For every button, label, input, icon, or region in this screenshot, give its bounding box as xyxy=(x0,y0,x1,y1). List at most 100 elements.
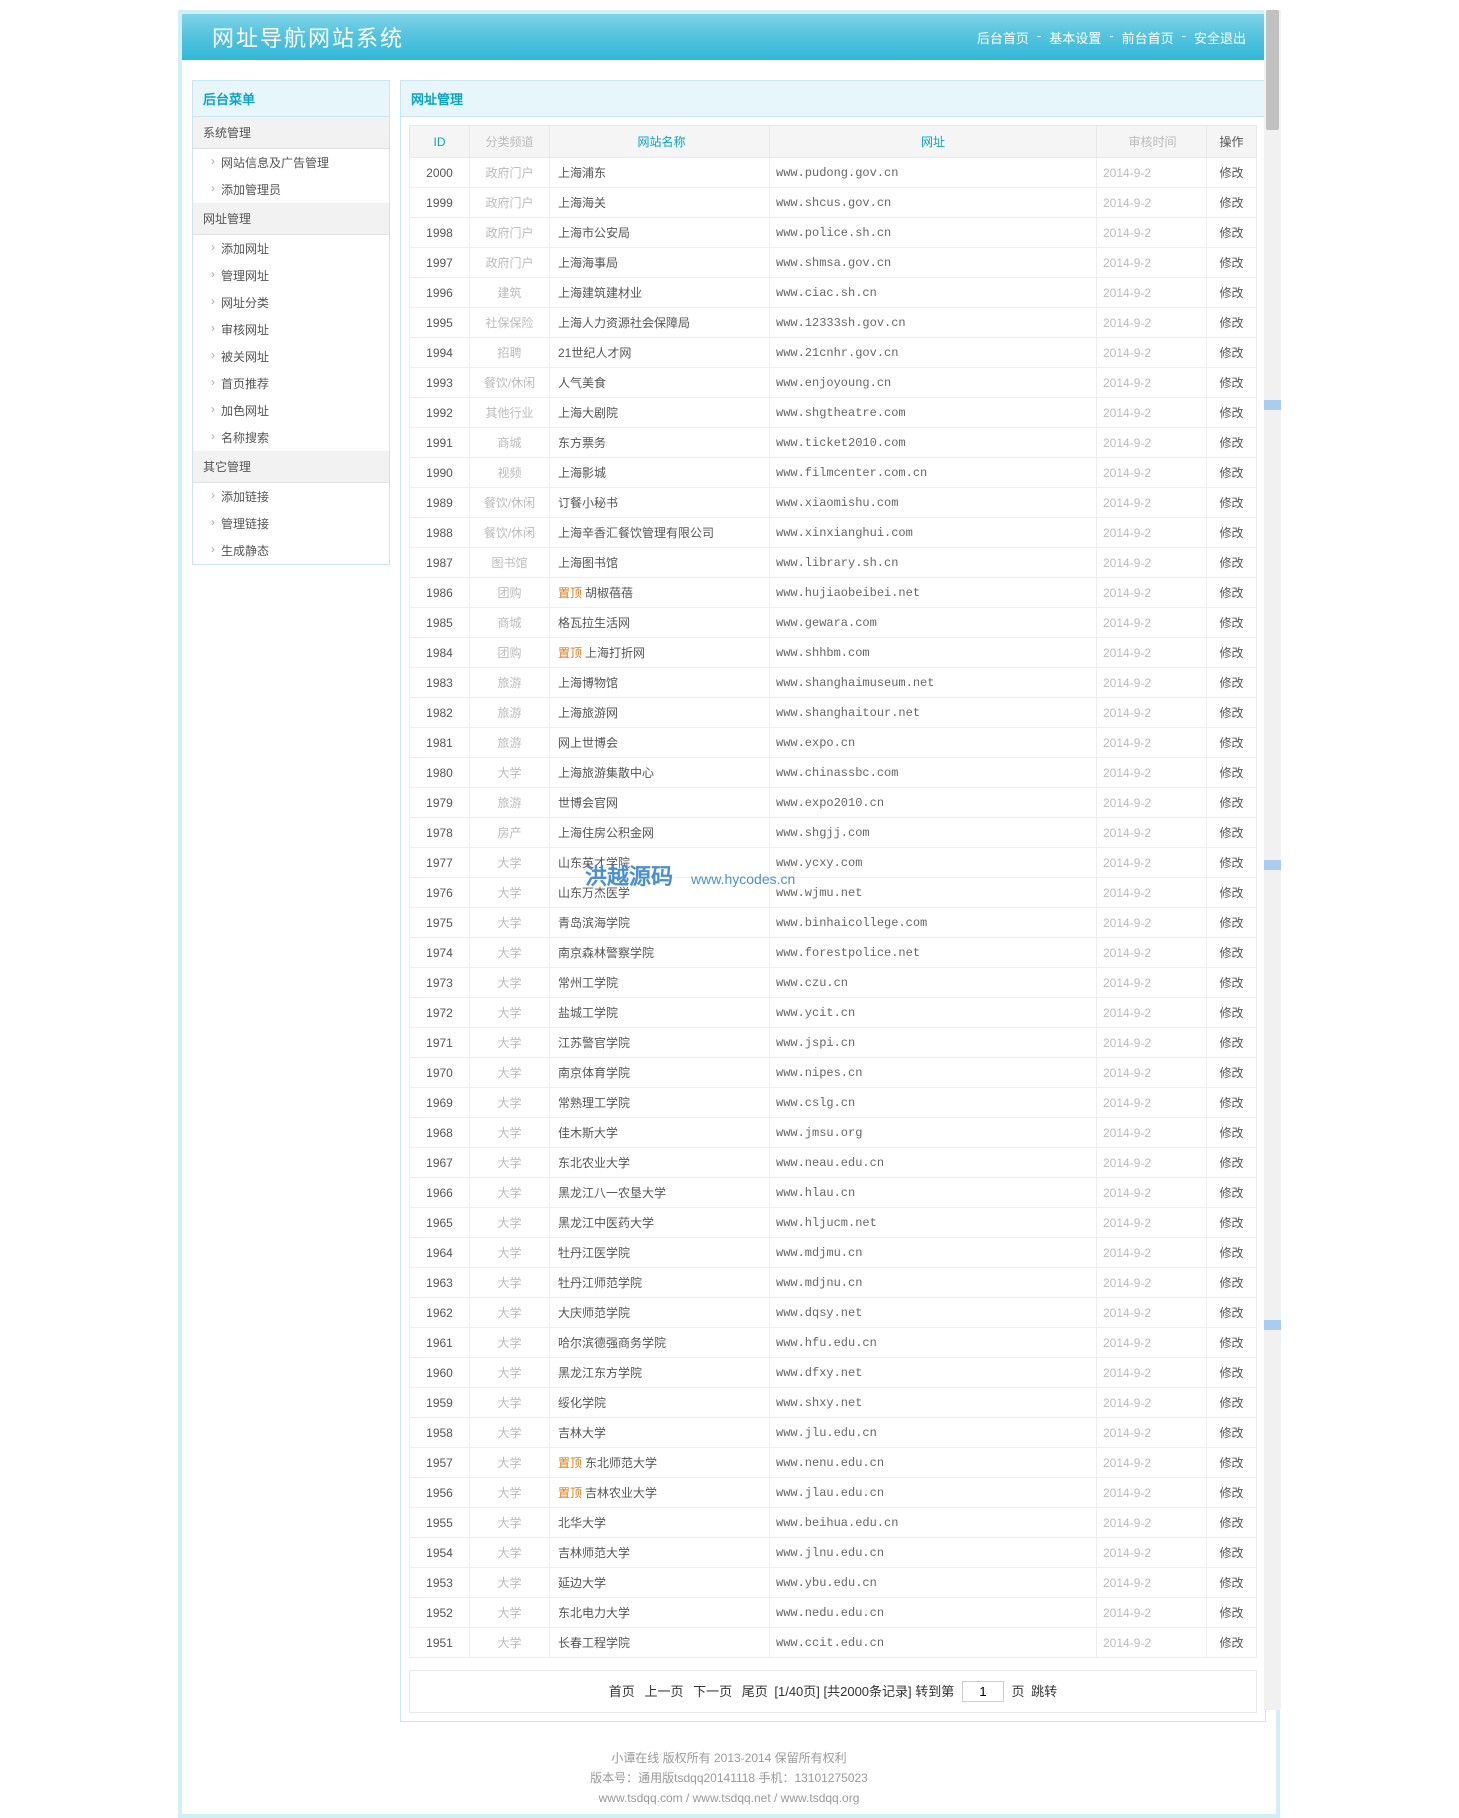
edit-link[interactable]: 修改 xyxy=(1207,818,1257,848)
sidebar-item[interactable]: 审核网址 xyxy=(193,316,389,343)
edit-link[interactable]: 修改 xyxy=(1207,158,1257,188)
table-row: 1964大学牡丹江医学院www.mdjmu.cn2014-9-2修改 xyxy=(410,1238,1257,1268)
edit-link[interactable]: 修改 xyxy=(1207,1208,1257,1238)
table-row: 1984团购置顶上海打折网www.shhbm.com2014-9-2修改 xyxy=(410,638,1257,668)
table-row: 1979旅游世博会官网www.expo2010.cn2014-9-2修改 xyxy=(410,788,1257,818)
table-row: 1990视频上海影城www.filmcenter.com.cn2014-9-2修… xyxy=(410,458,1257,488)
edit-link[interactable]: 修改 xyxy=(1207,758,1257,788)
table-row: 1971大学江苏警官学院www.jspi.cn2014-9-2修改 xyxy=(410,1028,1257,1058)
edit-link[interactable]: 修改 xyxy=(1207,1238,1257,1268)
sidebar-item[interactable]: 网址分类 xyxy=(193,289,389,316)
edit-link[interactable]: 修改 xyxy=(1207,1298,1257,1328)
table-row: 1986团购置顶胡椒蓓蓓www.hujiaobeibei.net2014-9-2… xyxy=(410,578,1257,608)
sticky-badge: 置顶 xyxy=(558,586,582,600)
edit-link[interactable]: 修改 xyxy=(1207,278,1257,308)
edit-link[interactable]: 修改 xyxy=(1207,788,1257,818)
sidebar-group: 其它管理 xyxy=(193,451,389,483)
sidebar-item[interactable]: 管理网址 xyxy=(193,262,389,289)
edit-link[interactable]: 修改 xyxy=(1207,1538,1257,1568)
pager-prev[interactable]: 上一页 xyxy=(644,1684,683,1699)
sidebar-item[interactable]: 首页推荐 xyxy=(193,370,389,397)
edit-link[interactable]: 修改 xyxy=(1207,1418,1257,1448)
edit-link[interactable]: 修改 xyxy=(1207,1508,1257,1538)
nav-logout[interactable]: 安全退出 xyxy=(1194,28,1246,47)
table-row: 1959大学绥化学院www.shxy.net2014-9-2修改 xyxy=(410,1388,1257,1418)
edit-link[interactable]: 修改 xyxy=(1207,728,1257,758)
edit-link[interactable]: 修改 xyxy=(1207,1088,1257,1118)
table-row: 1956大学置顶吉林农业大学www.jlau.edu.cn2014-9-2修改 xyxy=(410,1478,1257,1508)
table-row: 1951大学长春工程学院www.ccit.edu.cn2014-9-2修改 xyxy=(410,1628,1257,1658)
edit-link[interactable]: 修改 xyxy=(1207,1118,1257,1148)
edit-link[interactable]: 修改 xyxy=(1207,1568,1257,1598)
edit-link[interactable]: 修改 xyxy=(1207,998,1257,1028)
pager-first[interactable]: 首页 xyxy=(609,1684,635,1699)
edit-link[interactable]: 修改 xyxy=(1207,428,1257,458)
edit-link[interactable]: 修改 xyxy=(1207,668,1257,698)
edit-link[interactable]: 修改 xyxy=(1207,368,1257,398)
table-row: 1957大学置顶东北师范大学www.nenu.edu.cn2014-9-2修改 xyxy=(410,1448,1257,1478)
table-row: 1997政府门户上海海事局www.shmsa.gov.cn2014-9-2修改 xyxy=(410,248,1257,278)
edit-link[interactable]: 修改 xyxy=(1207,698,1257,728)
pager-jump[interactable]: 跳转 xyxy=(1031,1684,1057,1699)
scrollbar-mark xyxy=(1264,400,1281,410)
edit-link[interactable]: 修改 xyxy=(1207,1388,1257,1418)
sidebar-item[interactable]: 生成静态 xyxy=(193,537,389,564)
sidebar-item[interactable]: 管理链接 xyxy=(193,510,389,537)
table-row: 1968大学佳木斯大学www.jmsu.org2014-9-2修改 xyxy=(410,1118,1257,1148)
nav-settings[interactable]: 基本设置 xyxy=(1049,28,1101,47)
edit-link[interactable]: 修改 xyxy=(1207,908,1257,938)
edit-link[interactable]: 修改 xyxy=(1207,1628,1257,1658)
pager-last[interactable]: 尾页 xyxy=(742,1684,768,1699)
edit-link[interactable]: 修改 xyxy=(1207,1148,1257,1178)
edit-link[interactable]: 修改 xyxy=(1207,938,1257,968)
edit-link[interactable]: 修改 xyxy=(1207,608,1257,638)
sidebar-item[interactable]: 被关网址 xyxy=(193,343,389,370)
table-row: 1988餐饮/休闲上海辛香汇餐饮管理有限公司www.xinxianghui.co… xyxy=(410,518,1257,548)
table-row: 1982旅游上海旅游网www.shanghaitour.net2014-9-2修… xyxy=(410,698,1257,728)
main-title: 网址管理 xyxy=(401,81,1265,117)
edit-link[interactable]: 修改 xyxy=(1207,638,1257,668)
sidebar-item[interactable]: 名称搜索 xyxy=(193,424,389,451)
edit-link[interactable]: 修改 xyxy=(1207,848,1257,878)
pager-page-input[interactable] xyxy=(962,1681,1004,1702)
edit-link[interactable]: 修改 xyxy=(1207,1328,1257,1358)
sidebar-item[interactable]: 添加链接 xyxy=(193,483,389,510)
sidebar-item[interactable]: 添加网址 xyxy=(193,235,389,262)
edit-link[interactable]: 修改 xyxy=(1207,1178,1257,1208)
pager-next[interactable]: 下一页 xyxy=(693,1684,732,1699)
edit-link[interactable]: 修改 xyxy=(1207,1478,1257,1508)
table-header: 网站名称 xyxy=(550,126,770,158)
edit-link[interactable]: 修改 xyxy=(1207,458,1257,488)
edit-link[interactable]: 修改 xyxy=(1207,488,1257,518)
table-row: 1994招聘21世纪人才网www.21cnhr.gov.cn2014-9-2修改 xyxy=(410,338,1257,368)
table-header: ID xyxy=(410,126,470,158)
edit-link[interactable]: 修改 xyxy=(1207,1598,1257,1628)
sidebar-item[interactable]: 网站信息及广告管理 xyxy=(193,149,389,176)
nav-front[interactable]: 前台首页 xyxy=(1122,28,1174,47)
edit-link[interactable]: 修改 xyxy=(1207,1268,1257,1298)
edit-link[interactable]: 修改 xyxy=(1207,878,1257,908)
edit-link[interactable]: 修改 xyxy=(1207,1448,1257,1478)
edit-link[interactable]: 修改 xyxy=(1207,1058,1257,1088)
edit-link[interactable]: 修改 xyxy=(1207,398,1257,428)
edit-link[interactable]: 修改 xyxy=(1207,188,1257,218)
sidebar-item[interactable]: 添加管理员 xyxy=(193,176,389,203)
edit-link[interactable]: 修改 xyxy=(1207,248,1257,278)
edit-link[interactable]: 修改 xyxy=(1207,218,1257,248)
edit-link[interactable]: 修改 xyxy=(1207,968,1257,998)
nav-home[interactable]: 后台首页 xyxy=(977,28,1029,47)
app-frame: 网址导航网站系统 后台首页- 基本设置- 前台首页- 安全退出 后台菜单 系统管… xyxy=(178,10,1280,1818)
edit-link[interactable]: 修改 xyxy=(1207,1028,1257,1058)
edit-link[interactable]: 修改 xyxy=(1207,518,1257,548)
sidebar-item[interactable]: 加色网址 xyxy=(193,397,389,424)
table-row: 1954大学吉林师范大学www.jlnu.edu.cn2014-9-2修改 xyxy=(410,1538,1257,1568)
edit-link[interactable]: 修改 xyxy=(1207,578,1257,608)
sticky-badge: 置顶 xyxy=(558,646,582,660)
edit-link[interactable]: 修改 xyxy=(1207,338,1257,368)
edit-link[interactable]: 修改 xyxy=(1207,1358,1257,1388)
table-row: 1989餐饮/休闲订餐小秘书www.xiaomishu.com2014-9-2修… xyxy=(410,488,1257,518)
scrollbar-thumb[interactable] xyxy=(1266,10,1279,130)
edit-link[interactable]: 修改 xyxy=(1207,308,1257,338)
table-row: 1999政府门户上海海关www.shcus.gov.cn2014-9-2修改 xyxy=(410,188,1257,218)
edit-link[interactable]: 修改 xyxy=(1207,548,1257,578)
